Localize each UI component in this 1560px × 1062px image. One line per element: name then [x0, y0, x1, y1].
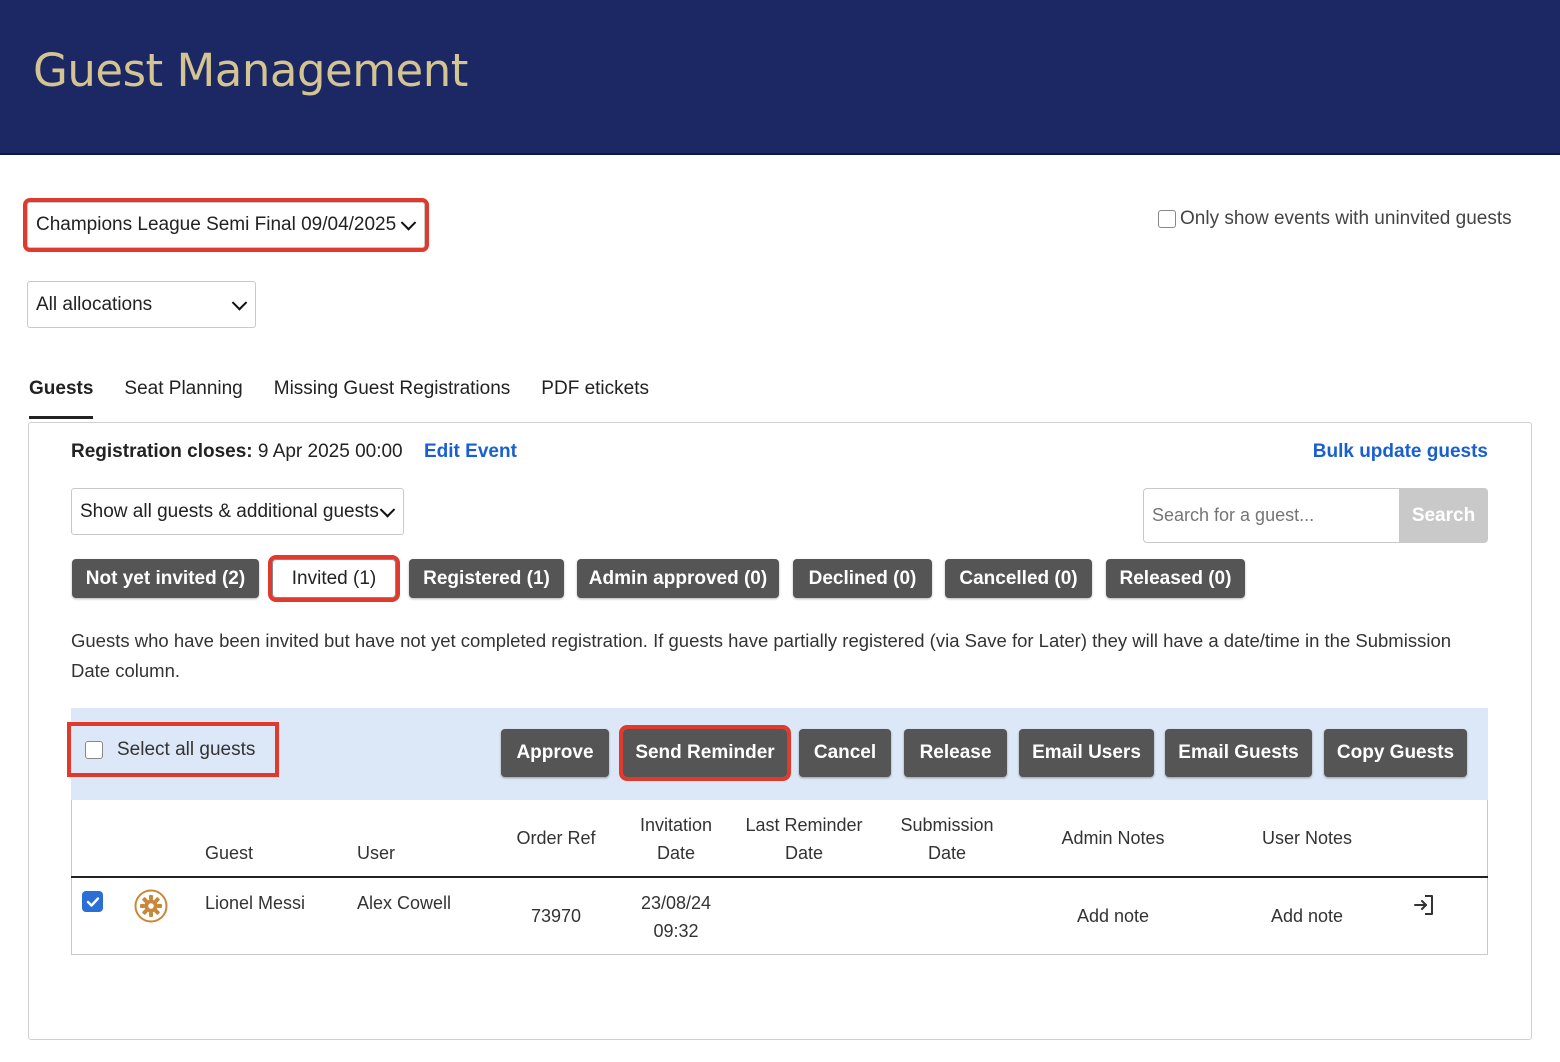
- release-button[interactable]: Release: [904, 729, 1007, 777]
- chevron-down-icon: [400, 215, 417, 231]
- allocation-select-value: All allocations: [36, 293, 153, 315]
- guest-filter-value: Show all guests & additional guests: [80, 500, 379, 522]
- email-guests-button[interactable]: Email Guests: [1165, 729, 1312, 777]
- tab-seat-planning[interactable]: Seat Planning: [124, 378, 242, 419]
- header-admin-notes: Admin Notes: [1061, 828, 1165, 848]
- select-all-label: Select all guests: [117, 738, 256, 760]
- send-reminder-button[interactable]: Send Reminder: [619, 725, 791, 781]
- guest-order-ref: 73970: [530, 906, 582, 926]
- row-checkbox[interactable]: [82, 891, 103, 912]
- header-guest: Guest: [205, 843, 254, 863]
- header-invitation-date: Invitation Date: [639, 815, 713, 863]
- registration-closes-value: 9 Apr 2025 00:00: [257, 441, 403, 462]
- table-header-divider: [71, 876, 1488, 878]
- cancel-button[interactable]: Cancel: [799, 729, 891, 777]
- registration-closes: Registration closes: 9 Apr 2025 00:00: [71, 441, 403, 463]
- header-last-reminder-date: Last Reminder Date: [745, 815, 863, 863]
- tab-missing-guest-registrations[interactable]: Missing Guest Registrations: [274, 378, 511, 419]
- add-user-note-link[interactable]: Add note: [1237, 902, 1377, 930]
- approve-button[interactable]: Approve: [501, 729, 609, 777]
- filter-admin-approved[interactable]: Admin approved (0): [577, 559, 779, 598]
- guest-filter-select[interactable]: Show all guests & additional guests: [71, 488, 404, 535]
- search-input[interactable]: [1143, 488, 1399, 543]
- filter-invited[interactable]: Invited (1): [268, 555, 400, 602]
- gear-icon[interactable]: [134, 889, 168, 923]
- add-admin-note-link[interactable]: Add note: [1043, 902, 1183, 930]
- select-all-guests[interactable]: Select all guests: [67, 722, 279, 777]
- chevron-down-icon: [231, 294, 248, 311]
- only-show-uninvited-label: Only show events with uninvited guests: [1180, 208, 1512, 229]
- page-title: Guest Management: [33, 44, 468, 97]
- select-all-checkbox[interactable]: [85, 740, 103, 759]
- edit-event-link[interactable]: Edit Event: [424, 441, 517, 463]
- filter-not-yet-invited[interactable]: Not yet invited (2): [72, 559, 259, 598]
- tab-pdf-etickets[interactable]: PDF etickets: [541, 378, 649, 419]
- guest-user: Alex Cowell: [357, 893, 452, 913]
- filter-cancelled[interactable]: Cancelled (0): [945, 559, 1092, 598]
- page-header: Guest Management: [0, 0, 1560, 155]
- guest-invitation-date: 23/08/24 09:32: [640, 893, 712, 941]
- filter-registered[interactable]: Registered (1): [409, 559, 564, 598]
- login-as-icon[interactable]: [1412, 893, 1436, 917]
- guest-name-link[interactable]: Lionel Messi: [205, 889, 305, 917]
- bulk-update-guests-link[interactable]: Bulk update guests: [1313, 441, 1488, 463]
- guest-search: Search: [1143, 488, 1488, 543]
- email-users-button[interactable]: Email Users: [1019, 729, 1154, 777]
- header-user: User: [357, 843, 396, 863]
- copy-guests-button[interactable]: Copy Guests: [1324, 729, 1467, 777]
- filter-declined[interactable]: Declined (0): [793, 559, 932, 598]
- header-order-ref: Order Ref: [516, 828, 596, 848]
- chevron-down-icon: [379, 501, 396, 518]
- header-user-notes: User Notes: [1261, 828, 1353, 848]
- event-select[interactable]: Champions League Semi Final 09/04/2025: [23, 198, 429, 252]
- event-select-value: Champions League Semi Final 09/04/2025: [36, 214, 397, 235]
- header-submission-date: Submission Date: [900, 815, 994, 863]
- tab-guests[interactable]: Guests: [29, 378, 94, 419]
- only-show-uninvited-checkbox[interactable]: [1158, 210, 1176, 228]
- filter-released[interactable]: Released (0): [1106, 559, 1245, 598]
- tab-bar: Guests Seat Planning Missing Guest Regis…: [29, 378, 649, 419]
- search-button[interactable]: Search: [1399, 488, 1488, 543]
- registration-closes-label: Registration closes:: [71, 441, 253, 462]
- only-show-uninvited-toggle[interactable]: Only show events with uninvited guests: [1158, 208, 1512, 230]
- allocation-select[interactable]: All allocations: [27, 281, 256, 328]
- status-description: Guests who have been invited but have no…: [71, 630, 1452, 681]
